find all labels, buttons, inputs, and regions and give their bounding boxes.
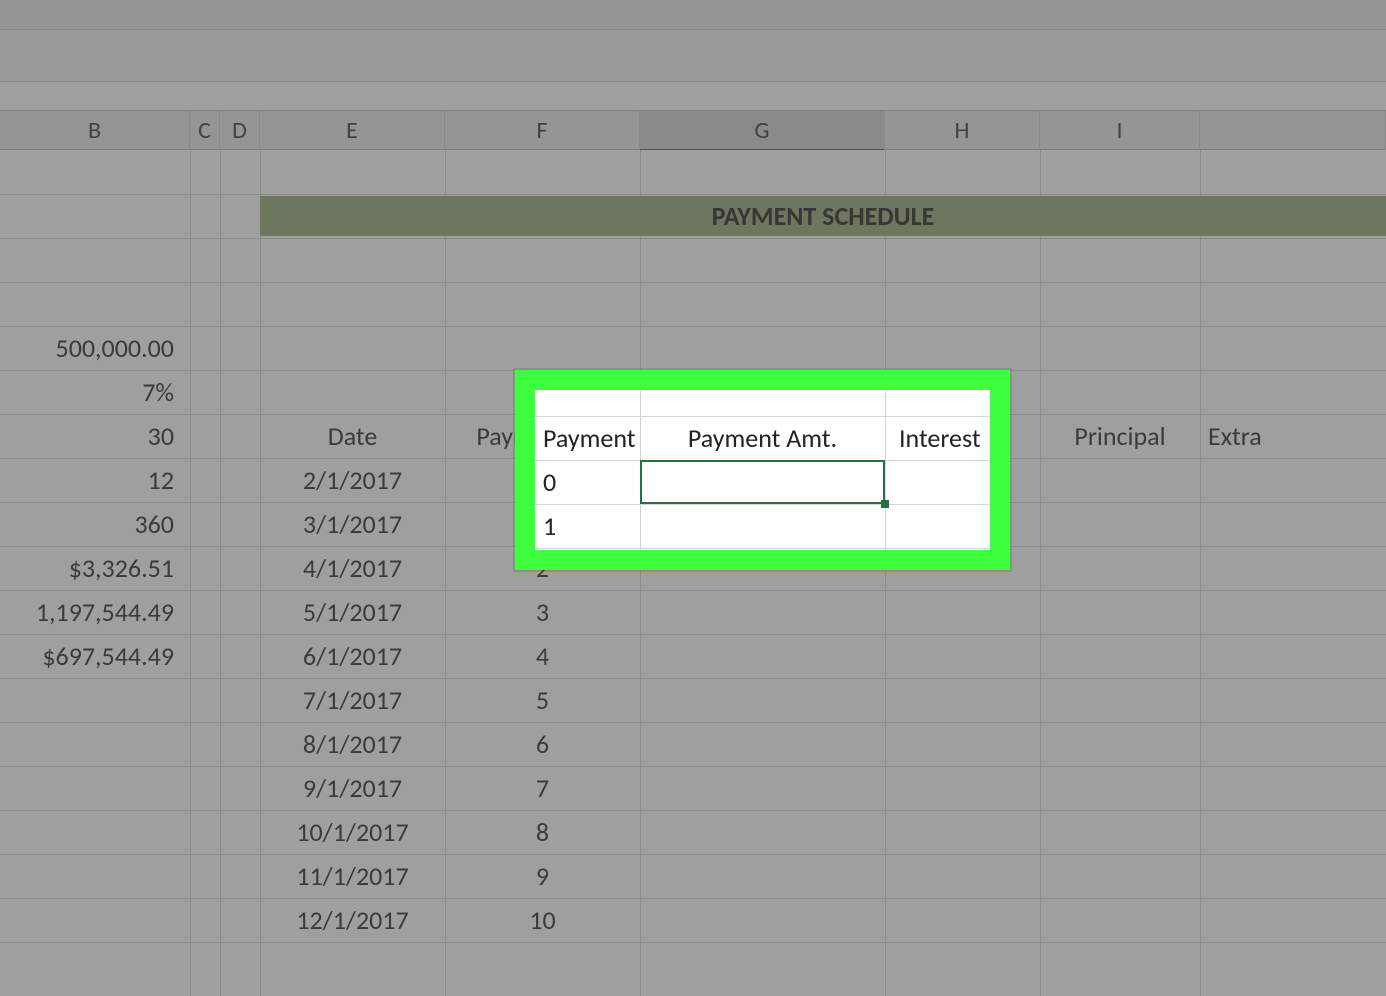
cell-date-1[interactable]: 3/1/2017	[260, 502, 445, 546]
cell-rate[interactable]: 7%	[0, 370, 182, 414]
col-header-j[interactable]	[1200, 111, 1386, 151]
col-header-d[interactable]: D	[220, 111, 260, 151]
ribbon-bar	[0, 0, 1386, 30]
cells-area[interactable]: PAYMENT SCHEDULE 500,000.00 7% 30 12 360…	[0, 150, 1386, 996]
cell-total-paid[interactable]: 1,197,544.49	[0, 590, 182, 634]
cell-date-0[interactable]: 2/1/2017	[260, 458, 445, 502]
column-header-row: B C D E F G H I	[0, 110, 1386, 150]
col-header-c[interactable]: C	[190, 111, 220, 151]
header-principal[interactable]: Principal	[1040, 414, 1200, 458]
selected-cell-outline	[640, 458, 885, 502]
spreadsheet-grid[interactable]: B C D E F G H I	[0, 0, 1386, 996]
col-header-i[interactable]: I	[1040, 111, 1200, 151]
col-header-g[interactable]: G	[640, 111, 885, 151]
col-header-h[interactable]: H	[885, 111, 1040, 151]
cell-date-2[interactable]: 4/1/2017	[260, 546, 445, 590]
cell-total-periods[interactable]: 360	[0, 502, 182, 546]
cell-date-10[interactable]: 12/1/2017	[260, 898, 445, 942]
cell-no-3[interactable]: 3	[445, 590, 640, 634]
payment-schedule-banner: PAYMENT SCHEDULE	[260, 196, 1386, 236]
header-interest[interactable]: Interest	[885, 414, 1040, 458]
cell-no-2[interactable]: 2	[445, 546, 640, 590]
header-date[interactable]: Date	[260, 414, 445, 458]
cell-no-4[interactable]: 4	[445, 634, 640, 678]
header-payment-amt[interactable]: Payment Amt.	[640, 414, 885, 458]
cell-years[interactable]: 30	[0, 414, 182, 458]
col-header-f[interactable]: F	[445, 111, 640, 151]
cell-loan-amount[interactable]: 500,000.00	[0, 326, 182, 370]
cell-no-1[interactable]: 1	[445, 502, 640, 546]
cell-periods-per-year[interactable]: 12	[0, 458, 182, 502]
col-header-e[interactable]: E	[260, 111, 445, 151]
cell-date-4[interactable]: 6/1/2017	[260, 634, 445, 678]
cell-date-7[interactable]: 9/1/2017	[260, 766, 445, 810]
cell-date-8[interactable]: 10/1/2017	[260, 810, 445, 854]
cell-no-5[interactable]: 5	[445, 678, 640, 722]
cell-no-9[interactable]: 9	[445, 854, 640, 898]
header-payment-no[interactable]: Payment no.	[445, 414, 640, 458]
col-header-b[interactable]: B	[0, 111, 190, 151]
cell-no-7[interactable]: 7	[445, 766, 640, 810]
cell-total-interest[interactable]: $697,544.49	[0, 634, 182, 678]
header-extra[interactable]: Extra	[1200, 414, 1386, 458]
cell-no-8[interactable]: 8	[445, 810, 640, 854]
cell-date-6[interactable]: 8/1/2017	[260, 722, 445, 766]
cell-date-9[interactable]: 11/1/2017	[260, 854, 445, 898]
cell-date-3[interactable]: 5/1/2017	[260, 590, 445, 634]
formula-bar-area	[0, 30, 1386, 82]
cell-date-5[interactable]: 7/1/2017	[260, 678, 445, 722]
cell-monthly-payment[interactable]: $3,326.51	[0, 546, 182, 590]
cell-no-10[interactable]: 10	[445, 898, 640, 942]
cell-no-0[interactable]: 0	[445, 458, 640, 502]
cell-no-6[interactable]: 6	[445, 722, 640, 766]
